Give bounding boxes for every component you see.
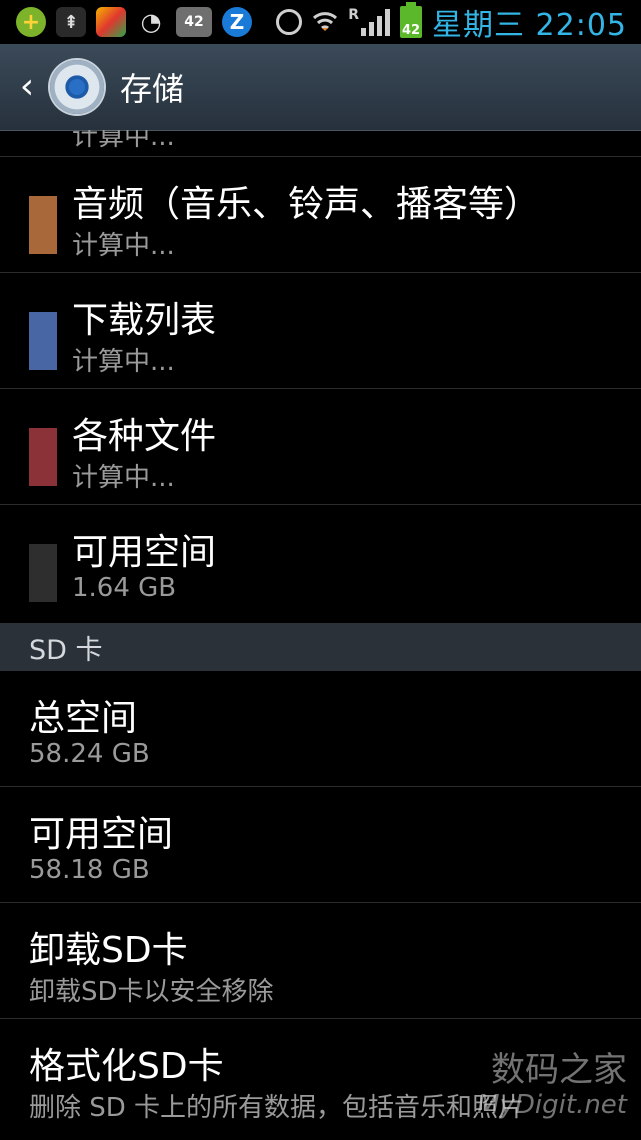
- status-bar: + ⇞ ◔ 42 Z R 42 星期三 22:05: [0, 0, 641, 44]
- category-color-swatch: [29, 544, 57, 602]
- page-title: 存储: [120, 70, 185, 108]
- wechat-icon: ◔: [140, 8, 162, 36]
- list-item-subtitle: 删除 SD 卡上的所有数据，包括音乐和照片: [29, 1093, 525, 1123]
- notification-42-icon: 42: [176, 7, 212, 37]
- z-app-icon: Z: [222, 7, 252, 37]
- roaming-indicator: R: [348, 7, 359, 23]
- list-item-subtitle: 计算中...: [72, 347, 175, 377]
- browser-icon: [96, 7, 126, 37]
- list-item-title: 卸载SD卡: [29, 930, 188, 971]
- list-item-subtitle: 58.18 GB: [29, 855, 150, 885]
- list-item-title: 可用空间: [29, 814, 174, 855]
- battery-icon: 42: [400, 2, 422, 38]
- category-color-swatch: [29, 312, 57, 370]
- list-item-subtitle: 计算中...: [72, 463, 175, 493]
- list-item-title: 格式化SD卡: [29, 1046, 224, 1087]
- list-item-subtitle: 计算中...: [72, 130, 175, 152]
- category-color-swatch: [29, 196, 57, 254]
- watermark-line-1: 数码之家: [491, 1050, 627, 1090]
- storage-item-audio[interactable]: 音频（音乐、铃声、播客等） 计算中...: [0, 157, 641, 273]
- notification-icons: + ⇞ ◔ 42 Z: [0, 7, 252, 37]
- sd-item-available-space[interactable]: 可用空间 58.18 GB: [0, 787, 641, 903]
- back-icon[interactable]: ‹: [4, 69, 50, 105]
- list-item-subtitle: 58.24 GB: [29, 739, 150, 769]
- storage-item-available[interactable]: 可用空间 1.64 GB: [0, 505, 641, 623]
- category-color-swatch: [29, 428, 57, 486]
- storage-list: 计算中... 音频（音乐、铃声、播客等） 计算中... 下载列表 计算中... …: [0, 130, 641, 1135]
- signal-icon: [361, 8, 390, 36]
- wifi-icon: [313, 12, 338, 31]
- system-icons: R 42 星期三 22:05: [276, 0, 627, 44]
- list-item-title: 各种文件: [72, 416, 217, 457]
- section-header-sd-card: SD 卡: [0, 623, 641, 671]
- action-bar: ‹ 存储: [0, 44, 641, 131]
- watermark: 数码之家 MyDigit.net: [477, 1050, 627, 1120]
- list-item-title: 下载列表: [72, 300, 217, 341]
- list-item-partial[interactable]: 计算中...: [0, 130, 641, 157]
- add-icon: +: [16, 7, 46, 37]
- sd-item-total-space[interactable]: 总空间 58.24 GB: [0, 671, 641, 787]
- list-item-title: 可用空间: [72, 532, 217, 573]
- tree-icon: ⇞: [56, 7, 86, 37]
- sd-item-unmount[interactable]: 卸载SD卡 卸载SD卡以安全移除: [0, 903, 641, 1019]
- list-item-subtitle: 1.64 GB: [72, 573, 177, 603]
- clock: 星期三 22:05: [432, 8, 627, 43]
- list-item-subtitle: 计算中...: [72, 231, 175, 261]
- watermark-line-2: MyDigit.net: [477, 1090, 627, 1120]
- storage-item-misc-files[interactable]: 各种文件 计算中...: [0, 389, 641, 505]
- settings-gear-icon[interactable]: [50, 60, 104, 114]
- list-item-title: 总空间: [29, 698, 138, 739]
- alarm-icon: [276, 9, 303, 35]
- list-item-subtitle: 卸载SD卡以安全移除: [29, 977, 274, 1007]
- list-item-title: 音频（音乐、铃声、播客等）: [72, 184, 541, 225]
- storage-item-downloads[interactable]: 下载列表 计算中...: [0, 273, 641, 389]
